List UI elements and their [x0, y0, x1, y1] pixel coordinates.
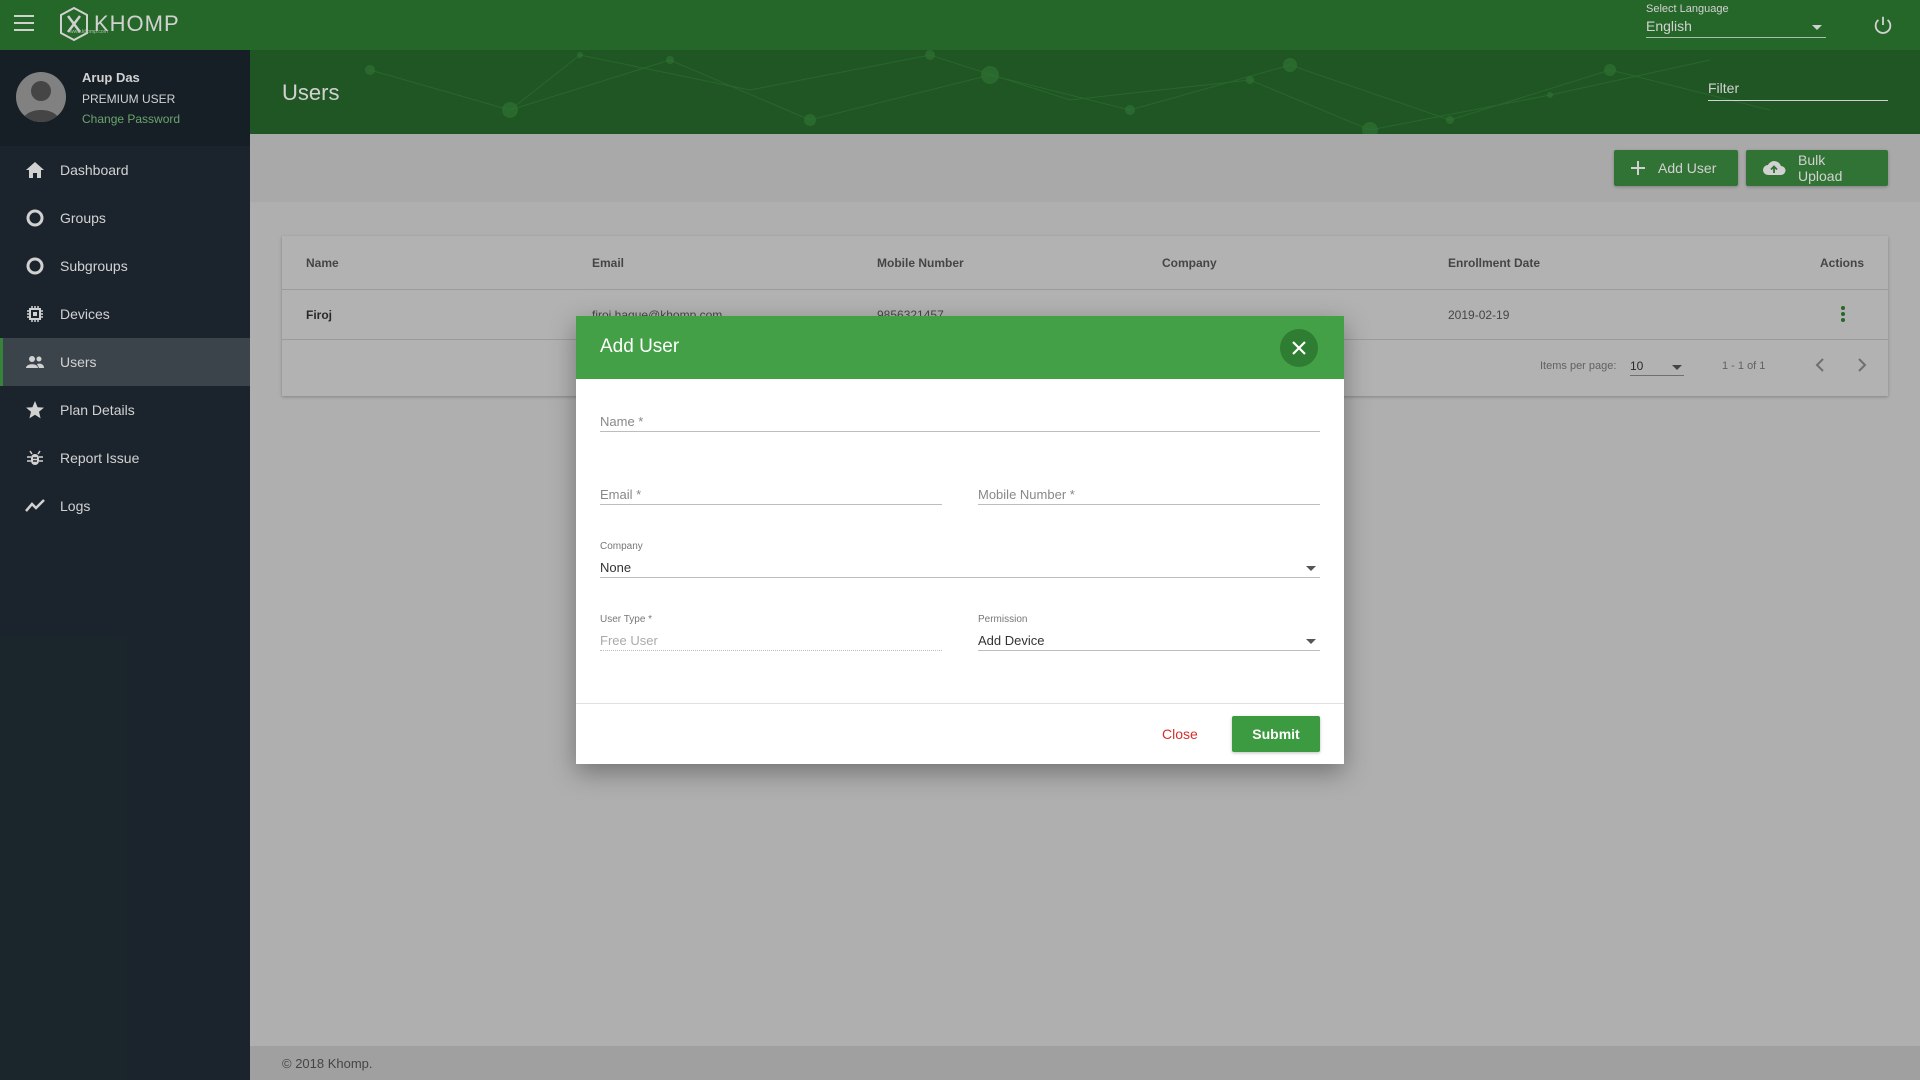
- user-type-field: User Type * Free User: [600, 614, 942, 651]
- company-value: None: [600, 560, 632, 575]
- permission-label: Permission: [978, 614, 1028, 625]
- email-field[interactable]: Email *: [600, 483, 942, 505]
- dialog-title: Add User: [600, 336, 680, 357]
- mobile-placeholder: Mobile Number *: [978, 487, 1075, 502]
- chevron-down-icon: [1306, 639, 1316, 644]
- dialog-footer: Close Submit: [576, 703, 1344, 764]
- name-field[interactable]: Name *: [600, 410, 1320, 432]
- permission-value: Add Device: [978, 633, 1045, 648]
- chevron-down-icon: [1306, 566, 1316, 571]
- user-type-label: User Type *: [600, 614, 653, 625]
- permission-select[interactable]: Permission Add Device: [978, 614, 1320, 651]
- submit-button[interactable]: Submit: [1232, 716, 1320, 752]
- name-placeholder: Name *: [600, 414, 644, 429]
- company-label: Company: [600, 541, 643, 552]
- close-dialog-button[interactable]: [1280, 329, 1318, 367]
- dialog-header: Add User: [576, 316, 1344, 379]
- email-placeholder: Email *: [600, 487, 642, 502]
- close-icon: [1292, 341, 1306, 355]
- company-select[interactable]: Company None: [600, 541, 1320, 578]
- close-button[interactable]: Close: [1162, 726, 1198, 742]
- add-user-dialog: Add User Name * Email * Mobile Number * …: [576, 316, 1344, 764]
- mobile-number-field[interactable]: Mobile Number *: [978, 483, 1320, 505]
- user-type-value: Free User: [600, 633, 658, 648]
